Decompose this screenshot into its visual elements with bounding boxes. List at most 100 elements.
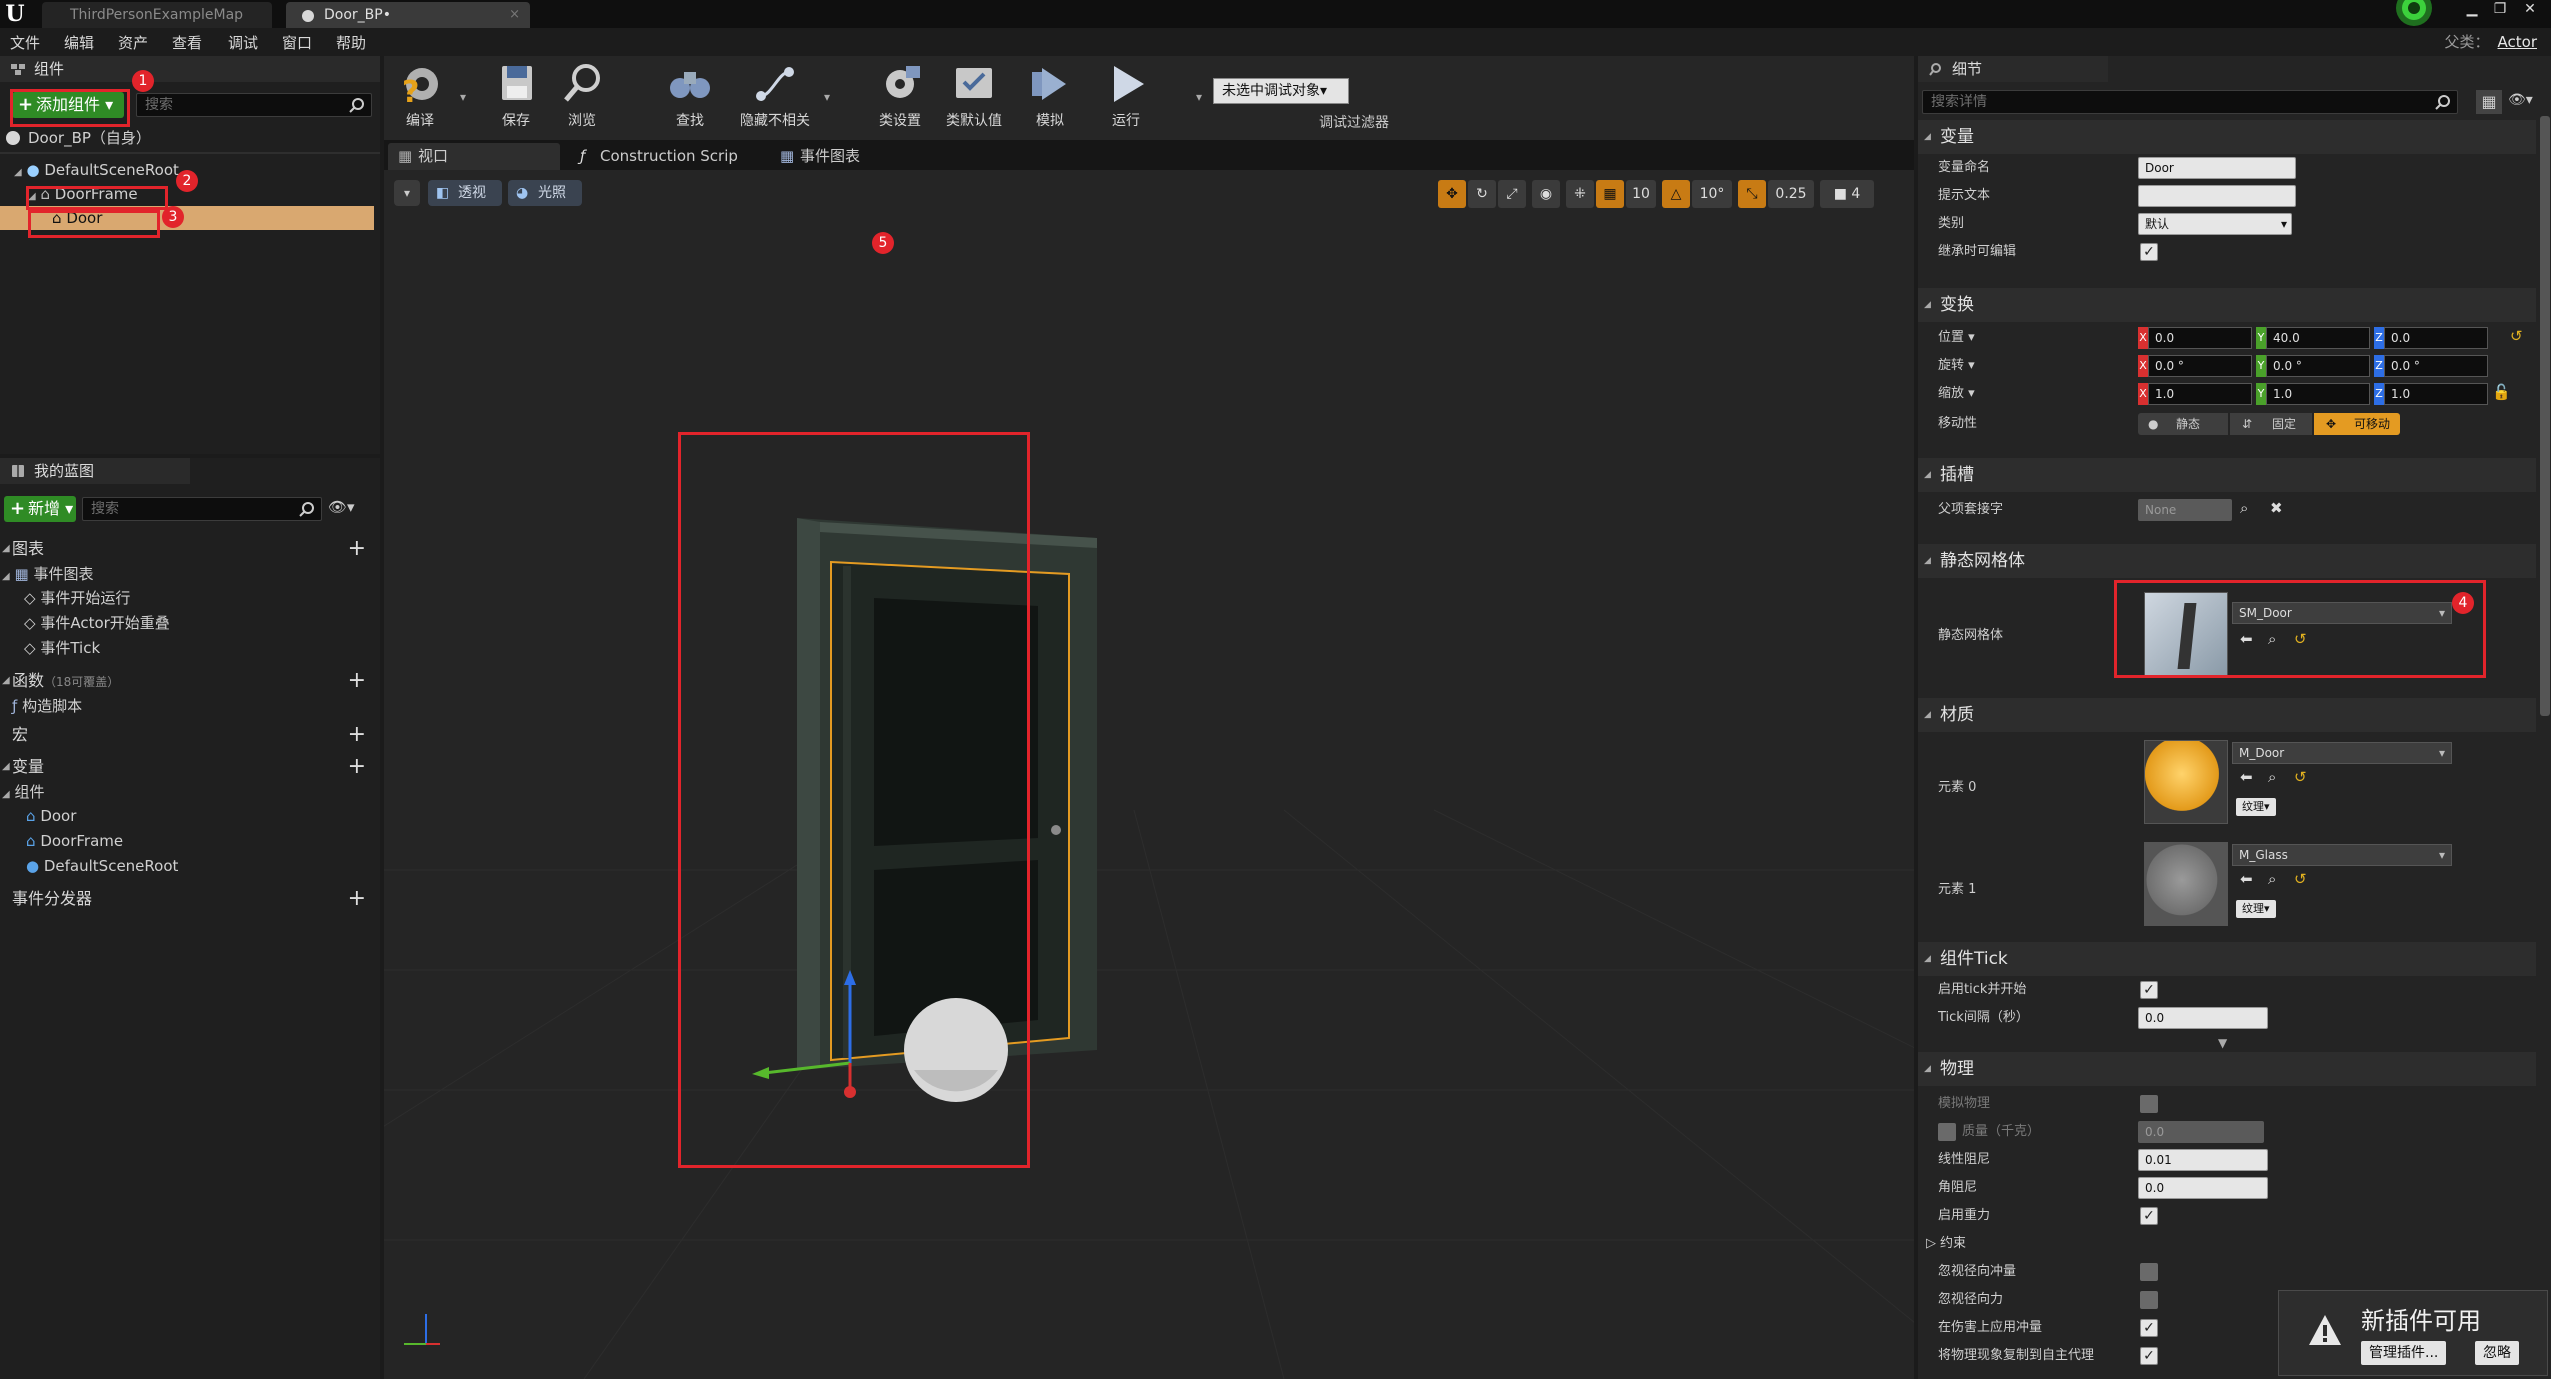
rotation-snap-icon[interactable]: △ <box>1662 180 1690 208</box>
location-x-field[interactable]: 0.0 <box>2148 327 2252 349</box>
view-options-eye-icon[interactable]: 👁▾ <box>328 498 355 516</box>
grid-snap-value[interactable]: 10 <box>1626 180 1656 208</box>
manage-plugins-button[interactable]: 管理插件... <box>2361 1341 2447 1365</box>
add-function-icon[interactable]: + <box>348 668 366 694</box>
debug-object-select[interactable]: 未选中调试对象▾ <box>1213 78 1349 104</box>
browse-search-icon[interactable]: ⌕ <box>2268 768 2276 786</box>
mobility-stationary-option[interactable]: ⇵ 固定 <box>2230 413 2312 435</box>
details-search-input[interactable]: 搜索详情 <box>1922 90 2458 114</box>
prop-row[interactable]: ▷ 约束 <box>1918 1230 2536 1258</box>
tab-construction-script[interactable]: ƒ Construction Scrip <box>570 143 760 170</box>
menu-asset[interactable]: 资产 <box>118 32 148 53</box>
scale-snap-value[interactable]: 0.25 <box>1768 180 1814 208</box>
tab-door-bp[interactable]: Door_BP• × <box>286 2 530 28</box>
mobility-movable-option[interactable]: ✥ 可移动 <box>2314 413 2400 435</box>
category-component-tick[interactable]: 组件Tick <box>1918 942 2536 976</box>
texture-dropdown[interactable]: 纹理▾ <box>2236 798 2276 816</box>
section-macros[interactable]: 宏 + <box>0 722 378 748</box>
category-physics[interactable]: 物理 <box>1918 1052 2536 1086</box>
category-static-mesh[interactable]: 静态网格体 <box>1918 544 2536 578</box>
use-selected-arrow-icon[interactable]: ⬅ <box>2240 870 2253 888</box>
menu-edit[interactable]: 编辑 <box>64 32 94 53</box>
location-z-field[interactable]: 0.0 <box>2384 327 2488 349</box>
viewport[interactable]: ▾ ◧ 透视 ◕ 光照 ✥ ↻ ⤢ ◉ ⁜ ▦ 10 △ 10° ⤡ 0.25 … <box>384 170 1914 1379</box>
rotate-mode-icon[interactable]: ↻ <box>1468 180 1496 208</box>
search-icon[interactable]: ⌕ <box>2240 499 2248 517</box>
find-button[interactable]: 查找 <box>654 62 726 130</box>
camera-speed[interactable]: ■ 4 <box>1820 180 1874 208</box>
category-sockets[interactable]: 插槽 <box>1918 458 2536 492</box>
rotation-snap-value[interactable]: 10° <box>1692 180 1732 208</box>
clear-icon[interactable]: ✖ <box>2270 499 2283 517</box>
mass-field[interactable]: 0.0 <box>2138 1121 2264 1143</box>
prop-label[interactable]: 位置 ▾ <box>1938 324 1975 352</box>
blueprint-search-input[interactable]: 搜索 <box>82 497 322 521</box>
translate-mode-icon[interactable]: ✥ <box>1438 180 1466 208</box>
simulate-button[interactable]: 模拟 <box>1014 62 1086 130</box>
class-settings-button[interactable]: 类设置 <box>864 62 936 130</box>
scale-x-field[interactable]: 1.0 <box>2148 383 2252 405</box>
rotation-y-field[interactable]: 0.0 ° <box>2266 355 2370 377</box>
self-item[interactable]: Door_BP（自身） <box>6 126 376 150</box>
material-picker[interactable]: M_Glass <box>2232 844 2452 866</box>
expand-advanced-icon[interactable]: ▼ <box>2218 1036 2227 1050</box>
simulate-physics-checkbox[interactable] <box>2140 1095 2158 1113</box>
save-button[interactable]: 保存 <box>480 62 552 130</box>
variable-item[interactable]: ⌂ Door <box>26 804 76 828</box>
add-variable-icon[interactable]: + <box>348 754 366 780</box>
event-item[interactable]: ◇ 事件Actor开始重叠 <box>24 611 170 635</box>
lock-icon[interactable]: 🔓 <box>2492 383 2511 401</box>
section-variables[interactable]: ◢ 变量 + <box>0 754 378 780</box>
material-picker[interactable]: M_Door <box>2232 742 2452 764</box>
tooltip-field[interactable] <box>2138 185 2296 207</box>
construction-script-item[interactable]: ƒ 构造脚本 <box>12 694 82 718</box>
event-graph-item[interactable]: ◢ ▦ 事件图表 <box>2 562 93 586</box>
tab-third-person-map[interactable]: ThirdPersonExampleMap <box>42 2 272 28</box>
reset-arrow-icon[interactable]: ↺ <box>2510 327 2523 345</box>
use-selected-arrow-icon[interactable]: ⬅ <box>2240 768 2253 786</box>
play-button[interactable]: 运行 <box>1090 62 1162 130</box>
start-tick-checkbox[interactable]: ✓ <box>2140 981 2158 999</box>
apply-impulse-checkbox[interactable]: ✓ <box>2140 1319 2158 1337</box>
browse-button[interactable]: 浏览 <box>546 62 618 130</box>
menu-view[interactable]: 查看 <box>172 32 202 53</box>
prop-label[interactable]: 缩放 ▾ <box>1938 380 1975 408</box>
replicate-physics-checkbox[interactable]: ✓ <box>2140 1347 2158 1365</box>
category-select[interactable]: 默认 ▾ <box>2138 213 2292 235</box>
browse-search-icon[interactable]: ⌕ <box>2268 870 2276 888</box>
material-thumbnail-door[interactable] <box>2144 740 2228 824</box>
play-options-chevron-icon[interactable]: ▾ <box>1196 90 1202 104</box>
tick-interval-field[interactable]: 0.0 <box>2138 1007 2268 1029</box>
compile-button[interactable]: ? 编译 <box>384 62 456 130</box>
hide-options-chevron-icon[interactable]: ▾ <box>824 90 830 104</box>
angular-damping-field[interactable]: 0.0 <box>2138 1177 2268 1199</box>
viewport-options-chevron-icon[interactable]: ▾ <box>394 180 420 206</box>
scale-z-field[interactable]: 1.0 <box>2384 383 2488 405</box>
rotation-z-field[interactable]: 0.0 ° <box>2384 355 2488 377</box>
close-window-icon[interactable]: ✕ <box>2518 0 2542 20</box>
section-graphs[interactable]: ◢ 图表 + <box>0 536 378 562</box>
property-matrix-icon[interactable]: ▦ <box>2476 90 2502 114</box>
category-variable[interactable]: 变量 <box>1918 120 2536 154</box>
texture-dropdown[interactable]: 纹理▾ <box>2236 900 2276 918</box>
scale-snap-icon[interactable]: ⤡ <box>1738 180 1766 208</box>
surface-snap-icon[interactable]: ⁜ <box>1566 180 1594 208</box>
components-group[interactable]: ◢ 组件 <box>2 780 45 804</box>
location-y-field[interactable]: 40.0 <box>2266 327 2370 349</box>
maximize-icon[interactable]: ❐ <box>2488 0 2512 20</box>
event-item[interactable]: ◇ 事件Tick <box>24 636 100 660</box>
world-local-icon[interactable]: ◉ <box>1532 180 1560 208</box>
mass-override-checkbox[interactable] <box>1938 1123 1956 1141</box>
add-macro-icon[interactable]: + <box>348 722 366 748</box>
scale-y-field[interactable]: 1.0 <box>2266 383 2370 405</box>
reset-arrow-icon[interactable]: ↺ <box>2294 768 2307 786</box>
class-defaults-button[interactable]: 类默认值 <box>934 62 1014 130</box>
editable-checkbox[interactable]: ✓ <box>2140 243 2158 261</box>
variable-item[interactable]: ● DefaultSceneRoot <box>26 854 178 878</box>
section-event-dispatchers[interactable]: 事件分发器 + <box>0 886 378 912</box>
menu-help[interactable]: 帮助 <box>336 32 366 53</box>
category-materials[interactable]: 材质 <box>1918 698 2536 732</box>
reset-arrow-icon[interactable]: ↺ <box>2294 870 2307 888</box>
grid-snap-icon[interactable]: ▦ <box>1596 180 1624 208</box>
parent-class-link[interactable]: Actor <box>2498 33 2537 51</box>
